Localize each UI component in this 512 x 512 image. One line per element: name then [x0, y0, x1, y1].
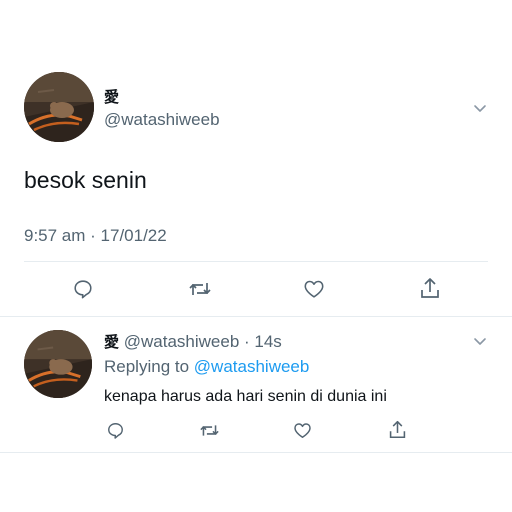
chevron-down-icon[interactable]	[472, 333, 488, 349]
tweet-timestamp[interactable]: 9:57 am · 17/01/22	[24, 226, 167, 246]
retweet-icon[interactable]	[188, 278, 212, 300]
share-icon[interactable]	[388, 419, 407, 440]
divider	[24, 261, 488, 262]
like-icon[interactable]	[303, 278, 325, 300]
avatar[interactable]	[24, 330, 92, 398]
chevron-down-icon[interactable]	[472, 100, 488, 116]
reply-icon[interactable]	[72, 278, 94, 300]
reply-header: 愛 @watashiweeb · 14s	[104, 331, 282, 352]
cat-sleeping-avatar-icon	[24, 330, 92, 398]
divider	[0, 316, 512, 317]
tweet-text: besok senin	[24, 167, 147, 193]
display-name[interactable]: 愛	[104, 86, 119, 107]
like-icon[interactable]	[293, 421, 312, 440]
replying-to: Replying to @watashiweeb	[104, 357, 309, 377]
replying-to-handle[interactable]: @watashiweeb	[194, 357, 310, 376]
divider	[0, 452, 512, 453]
cat-sleeping-avatar-icon	[24, 72, 94, 142]
share-icon[interactable]	[419, 276, 441, 300]
avatar[interactable]	[24, 72, 94, 142]
replying-to-prefix: Replying to	[104, 357, 190, 376]
user-handle[interactable]: @watashiweeb	[104, 110, 220, 130]
retweet-icon[interactable]	[199, 421, 220, 440]
display-name[interactable]: 愛	[104, 334, 119, 351]
reply-icon[interactable]	[106, 421, 125, 440]
handle-and-time[interactable]: @watashiweeb · 14s	[124, 332, 282, 351]
reply-text: kenapa harus ada hari senin di dunia ini	[104, 388, 387, 405]
